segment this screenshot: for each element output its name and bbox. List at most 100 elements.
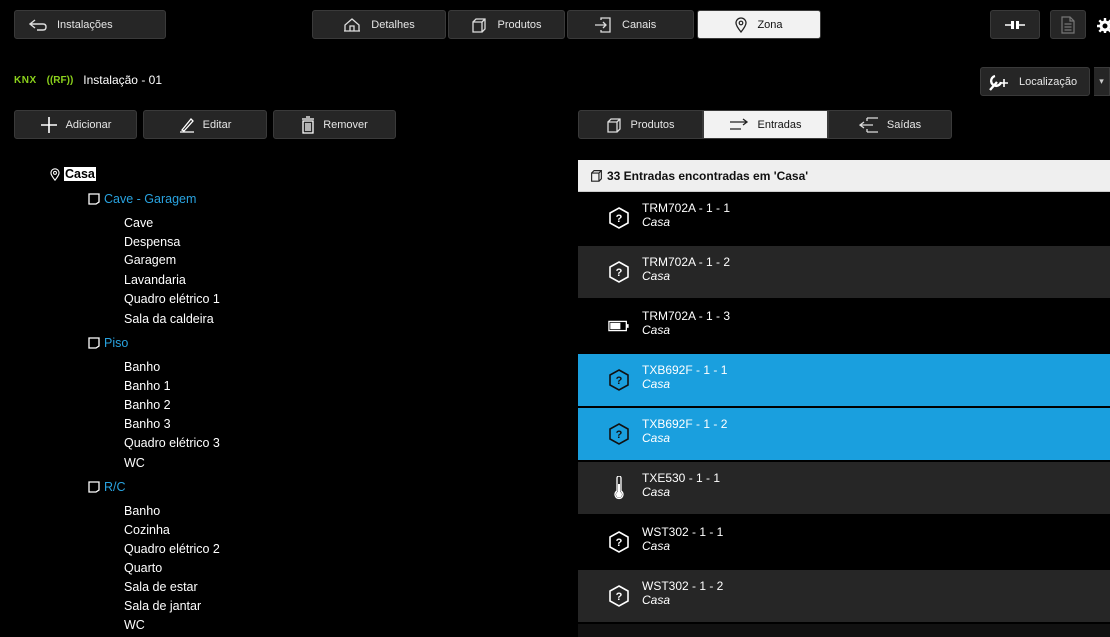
inputs-list-header: 33 Entradas encontradas em 'Casa' [578,160,1110,192]
input-row[interactable]: ? TRM702A - 1 - 1 Casa [578,192,1110,246]
rf-logo: ((RF)) [46,74,74,86]
location-button[interactable]: Localização [980,67,1090,96]
inputs-list: 33 Entradas encontradas em 'Casa' ? TRM7… [578,160,1110,637]
back-arrow-icon [29,18,47,31]
edit-button[interactable]: Editar [143,110,267,139]
tree-item[interactable]: Lavandaria [124,273,186,287]
tree-root-label: Casa [64,167,96,181]
tree-item[interactable]: WC [124,618,145,632]
remove-button[interactable]: Remover [273,110,396,139]
tab-produtos-label: Produtos [497,18,542,31]
tree-group-label: R/C [104,480,126,494]
unknown-device-icon: ? [608,423,630,445]
add-button[interactable]: Adicionar [14,110,137,139]
folder-icon [88,337,100,349]
unknown-device-icon: ? [608,369,630,391]
input-location: Casa [642,485,671,499]
input-row[interactable]: ? WST302 - 1 - 2 Casa [578,570,1110,624]
input-name: TXB692F - 1 - 1 [642,363,728,377]
document-button[interactable] [1050,10,1086,39]
input-name: TXE530 - 1 - 1 [642,471,721,485]
inputs-count-label: 33 Entradas encontradas em 'Casa' [607,168,809,183]
tab-canais[interactable]: Canais [567,10,694,39]
input-row[interactable]: ? WST302 - 1 - 1 Casa [578,516,1110,570]
tree-item[interactable]: Quadro elétrico 3 [124,436,220,450]
tree-item[interactable]: Quarto [124,561,162,575]
subtab-entradas[interactable]: Entradas [703,110,828,139]
subtab-entradas-label: Entradas [757,118,802,131]
installation-header: KNX ((RF)) Instalação - 01 [14,70,162,90]
tab-detalhes[interactable]: Detalhes [312,10,446,39]
unknown-device-icon: ? [608,207,630,229]
tree-group-label: Piso [104,336,129,350]
tab-zona[interactable]: Zona [697,10,821,39]
trash-icon [302,115,315,134]
input-name: TXB692F - 1 - 2 [642,417,728,431]
inputs-subtabs: Produtos Entradas Saídas [578,110,952,139]
location-tool-icon [989,74,1008,91]
cube-icon [591,170,602,182]
input-location: Casa [642,593,671,607]
back-label: Instalações [57,18,113,31]
tree-item[interactable]: Cave [124,216,153,230]
input-name: TRM702A - 1 - 1 [642,201,731,215]
subtab-produtos-label: Produtos [630,118,675,131]
home-icon [344,17,361,32]
add-button-label: Adicionar [65,118,112,131]
unknown-device-icon: ? [608,585,630,607]
tree-group-rc[interactable]: R/C [88,480,126,494]
svg-text:?: ? [616,267,623,279]
tree-item[interactable]: Banho [124,360,160,374]
knx-logo: KNX [14,74,37,86]
tree-group-piso[interactable]: Piso [88,336,128,350]
input-location: Casa [642,269,671,283]
tree-item[interactable]: Cozinha [124,523,170,537]
tree-item[interactable]: Sala de jantar [124,599,201,613]
subtab-produtos[interactable]: Produtos [578,110,703,139]
tree-item[interactable]: Garagem [124,253,176,267]
tab-detalhes-label: Detalhes [371,18,415,31]
chevron-down-icon: ▾ [1099,76,1104,86]
svg-text:?: ? [616,591,623,603]
svg-text:?: ? [616,213,623,225]
input-row[interactable]: ? TXB692F - 1 - 1 Casa [578,354,1110,408]
tab-canais-label: Canais [622,18,657,31]
input-row[interactable]: ? TRM702A - 1 - 2 Casa [578,246,1110,300]
location-pin-icon [50,167,60,181]
top-bar: Instalações Detalhes Produtos Canais Zon… [0,0,1110,46]
tree-item[interactable]: Banho 2 [124,398,171,412]
tree-item[interactable]: Quadro elétrico 1 [124,292,220,306]
tree-item[interactable]: Sala de estar [124,580,198,594]
back-to-installations-button[interactable]: Instalações [14,10,166,39]
tree-item[interactable]: Banho [124,504,160,518]
input-row[interactable]: TRM702A - 1 - 3 Casa [578,300,1110,354]
tree-item[interactable]: Quadro elétrico 2 [124,542,220,556]
settings-gear-icon[interactable] [1096,17,1110,33]
subtab-saidas[interactable]: Saídas [828,110,952,139]
thermometer-icon [608,476,630,500]
document-icon [1061,15,1075,34]
unknown-device-icon: ? [608,531,630,553]
input-location: Casa [642,377,671,391]
tab-produtos[interactable]: Produtos [448,10,565,39]
svg-text:?: ? [616,537,623,549]
tree-item[interactable]: Sala da caldeira [124,312,214,326]
tree-item[interactable]: Banho 3 [124,417,171,431]
cube-icon [472,17,487,33]
connection-button[interactable] [990,10,1040,39]
input-name: TRM702A - 1 - 2 [642,255,731,269]
tree-item[interactable]: Banho 1 [124,379,171,393]
tree-item[interactable]: Despensa [124,235,180,249]
location-dropdown-caret[interactable]: ▾ [1094,67,1110,96]
input-row[interactable]: TXE530 - 1 - 1 Casa [578,462,1110,516]
input-location: Casa [642,431,671,445]
channel-icon [595,16,611,33]
tree-root-casa[interactable]: Casa [50,167,96,181]
location-pin-icon [735,16,748,33]
input-row[interactable]: ? TXB692F - 1 - 2 Casa [578,408,1110,462]
svg-text:?: ? [616,429,623,441]
input-name: WST302 - 1 - 1 [642,525,724,539]
tree-group-cave-garagem[interactable]: Cave - Garagem [88,192,196,206]
tree-item[interactable]: WC [124,456,145,470]
unknown-device-icon: ? [608,261,630,283]
